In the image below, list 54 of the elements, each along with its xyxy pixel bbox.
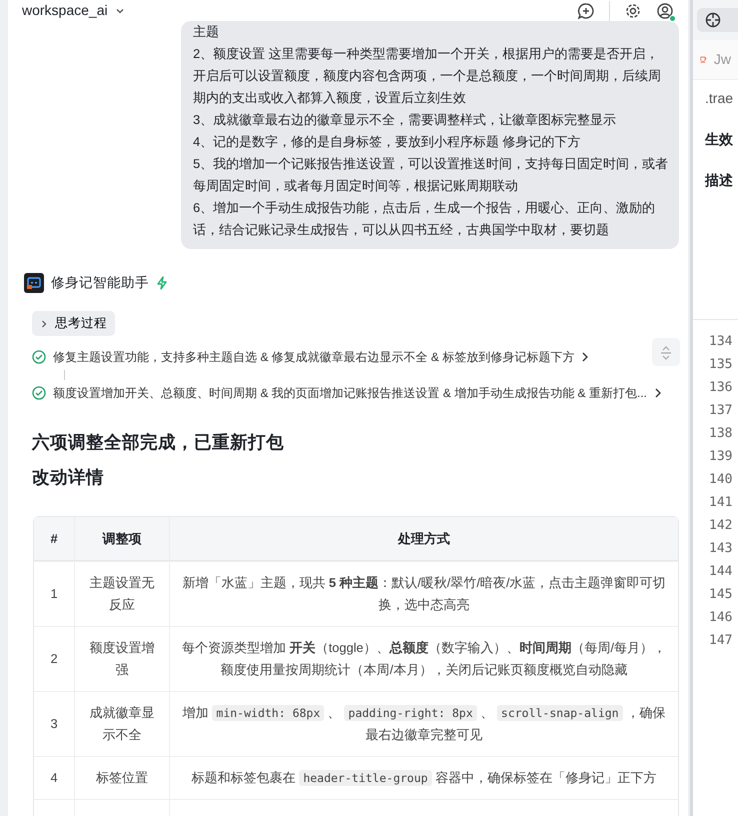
workspace-name[interactable]: workspace_ai (22, 0, 108, 21)
table-cell: 成就徽章显示不全 (74, 691, 169, 756)
line-number: 140 (708, 471, 734, 489)
table-cell: 新增「水蓝」主题，现共 5 种主题：默认/暖秋/翠竹/暗夜/水蓝，点击主题弹窗即可切换，选中态高亮 (169, 561, 678, 626)
new-chat-icon[interactable] (577, 2, 595, 20)
line-number: 138 (708, 425, 734, 443)
column-header: # (34, 517, 74, 561)
line-number: 137 (708, 402, 734, 420)
message-line: 主题 (193, 23, 220, 41)
table-cell: 增加 min-width: 68px 、 padding-right: 8px 、 scroll-snap-align ，确保最右边徽章完整可见 (169, 691, 678, 756)
chevron-right-icon[interactable] (654, 388, 662, 398)
column-header: 处理方式 (169, 517, 678, 561)
assistant-avatar-icon (24, 273, 44, 294)
line-number: 145 (708, 586, 734, 604)
chevron-right-icon (40, 320, 48, 328)
line-number: 134 (708, 333, 734, 351)
message-line: 5、我的增加一个记账报告推送设置，可以设置推送时间，支持每日固定时间，或者每周固定时间，或者每月固定时间等，根据记账周期联动 (193, 155, 669, 195)
table-cell: 1 (34, 561, 74, 626)
section-heading: 改动详情 (32, 467, 105, 488)
lightning-icon (156, 276, 168, 290)
field-label: 描述 (705, 171, 734, 190)
crosshair-icon (705, 12, 721, 28)
line-number: 135 (708, 356, 734, 374)
line-number: 146 (708, 609, 734, 627)
table-cell: 4 (34, 756, 74, 799)
table-cell: 主题设置无反应 (74, 561, 169, 626)
table-cell: 标签位置 (74, 756, 169, 799)
line-number: 142 (708, 517, 734, 535)
table-cell: 2 (34, 626, 74, 691)
message-line: 4、记的是数字，修的是自身标签，要放到小程序标题 修身记的下方 (193, 133, 582, 151)
step-text[interactable]: 额度设置增加开关、总额度、时间周期 & 我的页面增加记账报告推送设置 & 增加手动生成报告功能 & 重新打包... (53, 384, 648, 402)
table-cell: 每个资源类型增加 开关（toggle）、总额度（数字输入）、时间周期（每周/每月），额度使用量按周期统计（本周/本月），关闭后记账页额度概览自动隐藏 (169, 626, 678, 691)
column-header: 调整项 (74, 517, 169, 561)
section-heading: 六项调整全部完成，已重新打包 (32, 432, 285, 453)
line-number: 141 (708, 494, 734, 512)
collapse-icon (660, 346, 672, 360)
chevron-right-icon[interactable] (581, 352, 590, 362)
line-number: 139 (708, 448, 734, 466)
field-label: 生效 (705, 130, 734, 149)
table-cell: 标题和标签包裹在 header-title-group 容器中，确保标签在「修身记」正下方 (169, 756, 678, 799)
thinking-toggle[interactable]: 思考过程 (32, 311, 115, 336)
line-number: 144 (708, 563, 734, 581)
message-line: 6、增加一个手动生成报告功能，点击后，生成一个报告，用暖心、正向、激励的话，结合记账记录生成报告，可以从四书五经，古典国学中取材，要切题 (193, 199, 656, 239)
table-cell: 3 (34, 691, 74, 756)
message-line: 2、额度设置 这里需要每一种类型需要增加一个开关，根据用户的需要是否开启，开启后可以设置额度，额度内容包含两项，一个是总额度，一个时间周期，后续周期内的支出或收入都算入额度，设置后立刻生效 (193, 45, 662, 107)
settings-icon[interactable] (624, 2, 642, 20)
line-number: 136 (708, 379, 734, 397)
file-path: .trae (704, 89, 734, 108)
step-text[interactable]: 修复主题设置功能，支持多种主题自选 & 修复成就徽章最右边显示不全 & 标签放到修身记标题下方 (53, 348, 574, 366)
line-number: 143 (708, 540, 734, 558)
line-number: 147 (708, 632, 734, 650)
message-line: 3、成就徽章最右边的徽章显示不全，需要调整样式，让徽章图标完整显示 (193, 111, 618, 129)
table-cell: 额度设置增强 (74, 626, 169, 691)
assistant-name: 修身记智能助手 (51, 274, 149, 292)
